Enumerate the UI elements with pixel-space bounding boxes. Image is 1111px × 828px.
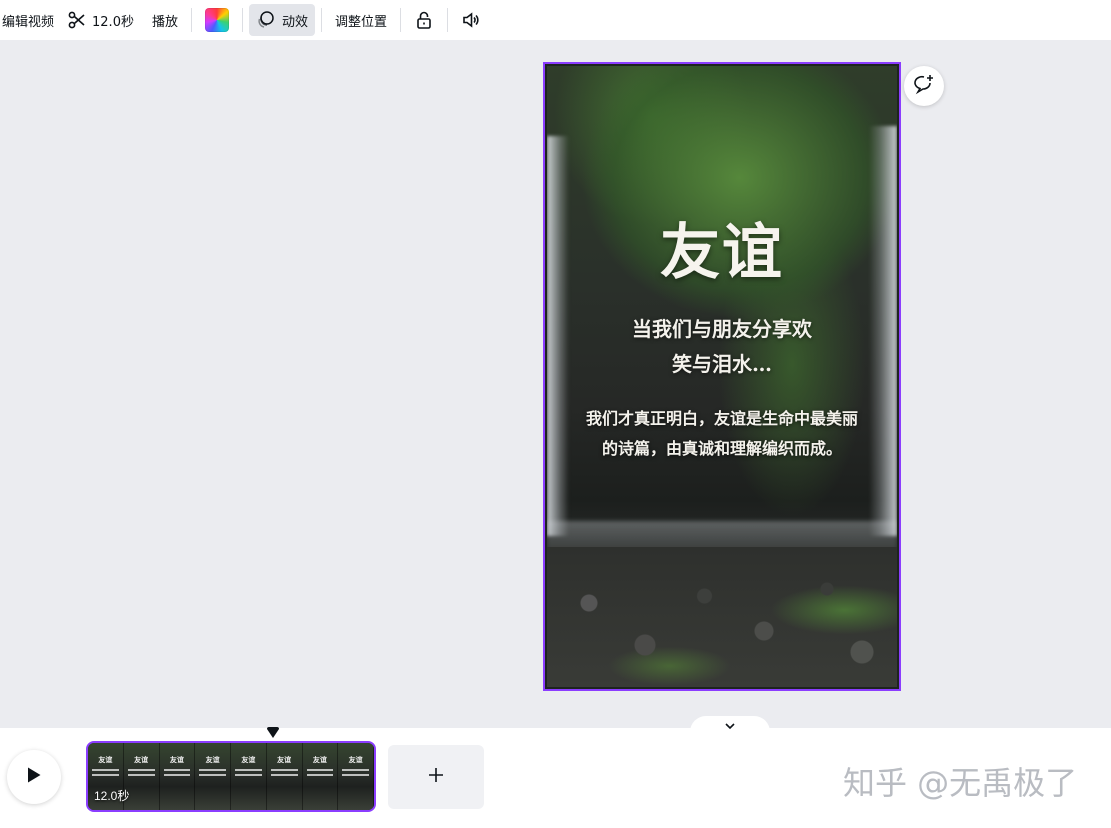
rocks-ground bbox=[547, 547, 897, 687]
color-button[interactable] bbox=[198, 4, 236, 36]
toolbar-divider bbox=[400, 8, 402, 32]
clip-thumbnail-text-line bbox=[127, 774, 155, 776]
edit-video-button[interactable]: 编辑视频 bbox=[0, 4, 61, 36]
clip-thumbnail-frame: 友谊 bbox=[159, 743, 196, 810]
trim-duration-button[interactable]: 12.0秒 bbox=[61, 4, 141, 36]
clip-thumbnail-frame: 友谊 bbox=[195, 743, 231, 810]
clip-thumbnail-text-line bbox=[199, 769, 226, 771]
collapse-timeline-button[interactable] bbox=[690, 716, 770, 732]
body-line: 我们才真正明白，友谊是生命中最美丽 bbox=[585, 409, 858, 428]
position-button[interactable]: 调整位置 bbox=[328, 4, 394, 36]
add-comment-icon bbox=[913, 73, 935, 99]
clip-thumbnail-title: 友谊 bbox=[134, 756, 149, 764]
play-button[interactable] bbox=[7, 750, 61, 804]
clip-thumbnail-frame: 友谊 bbox=[338, 743, 374, 810]
clip-thumbnail-text-line bbox=[199, 774, 226, 776]
plus-icon bbox=[427, 766, 445, 788]
duration-label: 12.0秒 bbox=[92, 14, 134, 30]
add-comment-button[interactable] bbox=[904, 66, 944, 106]
chevron-down-icon bbox=[724, 715, 736, 734]
toolbar-divider bbox=[321, 8, 322, 32]
clip-thumbnail-text-line bbox=[235, 774, 262, 776]
clip-thumbnail-frame: 友谊 bbox=[302, 743, 339, 810]
clip-thumbnail-text-line bbox=[163, 769, 191, 771]
subtitle-line: 当我们与朋友分享欢 bbox=[632, 317, 812, 341]
clip-thumbnail-frame: 友谊 bbox=[231, 743, 267, 810]
clip-thumbnail-text-line bbox=[270, 774, 298, 776]
video-page[interactable]: 友谊 当我们与朋友分享欢 笑与泪水… 我们才真正明白，友谊是生命中最美丽 的诗篇… bbox=[543, 62, 901, 691]
canvas-area: 友谊 当我们与朋友分享欢 笑与泪水… 我们才真正明白，友谊是生命中最美丽 的诗篇… bbox=[0, 40, 1111, 716]
clip-thumbnail-title: 友谊 bbox=[98, 756, 113, 764]
clip-thumbnail-text-line bbox=[92, 774, 119, 776]
clip-thumbnail-text-line bbox=[270, 769, 298, 771]
clip-thumbnail-text-line bbox=[127, 769, 155, 771]
video-subtitle[interactable]: 当我们与朋友分享欢 笑与泪水… bbox=[545, 312, 899, 382]
edit-video-label: 编辑视频 bbox=[2, 14, 55, 30]
play-icon bbox=[26, 766, 42, 788]
video-body-text[interactable]: 我们才真正明白，友谊是生命中最美丽 的诗篇，由真诚和理解编织而成。 bbox=[551, 404, 893, 464]
clip-thumbnail-text-line bbox=[306, 769, 334, 771]
color-palette-icon bbox=[204, 8, 229, 32]
add-clip-button[interactable] bbox=[388, 745, 484, 809]
position-label: 调整位置 bbox=[335, 14, 388, 30]
clip-thumbnail-title: 友谊 bbox=[205, 756, 220, 764]
playback-button[interactable]: 播放 bbox=[145, 4, 185, 36]
timeline-clip[interactable]: 友谊 友谊 友谊 友谊 友谊 友谊 友谊 友谊 12.0秒 bbox=[86, 741, 376, 812]
animate-label: 动效 bbox=[281, 14, 308, 30]
lock-button[interactable] bbox=[407, 4, 441, 36]
play-label: 播放 bbox=[151, 14, 178, 30]
clip-thumbnail-text-line bbox=[235, 769, 262, 771]
clip-thumbnail-text-line bbox=[306, 774, 334, 776]
body-line: 的诗篇，由真诚和理解编织而成。 bbox=[601, 439, 842, 458]
clip-thumbnail-text-line bbox=[342, 769, 369, 771]
volume-button[interactable] bbox=[454, 4, 488, 36]
clip-thumbnail-text-line bbox=[92, 769, 119, 771]
playhead-marker[interactable] bbox=[266, 724, 280, 738]
clip-thumbnail-frame: 友谊 bbox=[266, 743, 303, 810]
toolbar-divider bbox=[447, 8, 449, 32]
animate-button[interactable]: 动效 bbox=[248, 4, 315, 36]
clip-thumbnail-title: 友谊 bbox=[169, 756, 184, 764]
video-title[interactable]: 友谊 bbox=[545, 204, 899, 291]
clip-thumbnail-text-line bbox=[342, 774, 369, 776]
clip-duration-label: 12.0秒 bbox=[94, 789, 130, 803]
clip-thumbnail-title: 友谊 bbox=[277, 756, 292, 764]
volume-icon bbox=[461, 10, 481, 30]
subtitle-line: 笑与泪水… bbox=[672, 352, 772, 376]
editor-toolbar: 编辑视频 12.0秒 播放 动效 调整位置 bbox=[0, 0, 1111, 40]
toolbar-divider bbox=[190, 8, 192, 32]
clip-thumbnail-title: 友谊 bbox=[312, 756, 327, 764]
animate-icon bbox=[256, 10, 276, 30]
unlock-icon bbox=[414, 10, 434, 30]
clip-thumbnail-text-line bbox=[163, 774, 191, 776]
watermark-text: 知乎 @无禹极了 bbox=[843, 764, 1078, 802]
scissors-icon bbox=[68, 11, 86, 29]
clip-thumbnail-title: 友谊 bbox=[241, 756, 256, 764]
clip-thumbnail-title: 友谊 bbox=[348, 756, 363, 764]
toolbar-divider bbox=[241, 8, 243, 32]
